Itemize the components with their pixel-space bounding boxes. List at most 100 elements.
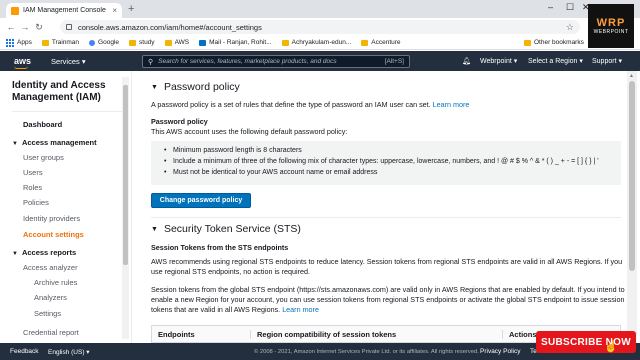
forward-icon[interactable]: → [18, 22, 32, 32]
section-divider [151, 217, 621, 218]
sidebar-item-credential-report[interactable]: Credential report [23, 328, 79, 337]
bookmark-aws[interactable]: AWS [164, 39, 189, 46]
bookmark-achryakulam[interactable]: Achryakulam-edun... [281, 39, 351, 46]
sidebar-item-roles[interactable]: Roles [23, 183, 42, 192]
star-icon[interactable]: ☆ [566, 22, 574, 33]
para-text: tokens that are valid in all AWS Regions… [151, 305, 281, 314]
aws-search-input[interactable]: ⚲ Search for services, features, marketp… [142, 55, 410, 68]
scrollbar-thumb[interactable] [629, 81, 635, 271]
section-title: Security Token Service (STS) [163, 223, 301, 235]
learn-more-link[interactable]: Learn more [282, 305, 319, 314]
tab-title: IAM Management Console [23, 7, 106, 14]
password-policy-header[interactable]: ▼ Password policy [151, 81, 240, 93]
column-header-actions[interactable]: Actions [502, 329, 537, 339]
region-menu[interactable]: Select a Region ▾ [528, 57, 583, 65]
sidebar-item-account-settings[interactable]: Account settings [23, 230, 84, 239]
other-bookmarks[interactable]: Other bookmarks [524, 39, 584, 46]
sidebar-item-identity-providers[interactable]: Identity providers [23, 214, 80, 223]
password-policy-intro: A password policy is a set of rules that… [151, 100, 469, 110]
watermark-logo: WRP WEBRPOINT [588, 4, 634, 48]
copyright-text: © 2008 - 2021, Amazon Internet Services … [254, 349, 479, 355]
subscribe-now-button[interactable]: SUBSCRIBE NOW [536, 331, 636, 353]
url-input[interactable]: console.aws.amazon.com/iam/home#/account… [60, 20, 580, 34]
caret-down-icon: ▼ [151, 83, 158, 91]
sidebar-section-access-management[interactable]: ▼ Access management [12, 138, 97, 147]
services-menu[interactable]: Services ▾ [51, 57, 86, 66]
bookmark-label: Apps [17, 39, 32, 46]
maximize-icon[interactable]: ☐ [566, 2, 574, 13]
sidebar-item-archive-rules[interactable]: Archive rules [34, 278, 77, 287]
password-policy-subheading: Password policy [151, 117, 208, 126]
bookmark-google[interactable]: Google [89, 39, 119, 46]
bookmark-accenture[interactable]: Accenture [361, 39, 401, 46]
support-menu[interactable]: Support ▾ [592, 57, 622, 65]
scroll-up-icon[interactable]: ▲ [629, 73, 634, 79]
caret-down-icon: ▼ [12, 141, 18, 147]
caret-down-icon: ▼ [151, 225, 158, 233]
sidebar-item-settings[interactable]: Settings [34, 309, 61, 318]
sts-para1-line2: use regional STS endpoints, no action is… [151, 267, 311, 276]
policy-rules-box: Minimum password length is 8 characters … [151, 141, 621, 185]
change-password-policy-button[interactable]: Change password policy [151, 193, 251, 208]
bookmark-label: Other bookmarks [534, 39, 584, 46]
intro-text: A password policy is a set of rules that… [151, 100, 431, 109]
bookmarks-bar: Apps Trainman Google study AWS Mail - Ra… [0, 36, 640, 50]
bookmark-label: Google [98, 39, 120, 46]
sidebar-scrollbar[interactable] [122, 77, 129, 339]
google-icon [89, 39, 96, 46]
learn-more-link[interactable]: Learn more [433, 100, 470, 109]
browser-tab-bar: IAM Management Console × + – ☐ ✕ [0, 0, 640, 18]
bookmark-label: Trainman [51, 39, 80, 46]
new-tab-button[interactable]: + [128, 3, 134, 15]
sidebar-item-users[interactable]: Users [23, 168, 43, 177]
language-selector[interactable]: English (US) ▾ [48, 348, 90, 356]
aws-logo-text: aws [14, 56, 32, 66]
back-icon[interactable]: ← [4, 22, 18, 32]
bookmark-mail[interactable]: Mail - Ranjan, Rohit... [199, 39, 272, 46]
sts-header[interactable]: ▼ Security Token Service (STS) [151, 223, 301, 235]
scrollbar-thumb[interactable] [123, 85, 128, 265]
account-menu[interactable]: Webrpoint ▾ [480, 57, 517, 65]
sidebar-item-dashboard[interactable]: Dashboard [23, 120, 62, 129]
sidebar-item-user-groups[interactable]: User groups [23, 153, 64, 162]
aws-favicon-icon [11, 6, 19, 15]
default-policy-text: This AWS account uses the following defa… [151, 127, 348, 136]
folder-icon [361, 39, 369, 46]
folder-icon [281, 39, 289, 46]
policy-rule: Must not be identical to your AWS accoun… [164, 167, 621, 178]
feedback-link[interactable]: Feedback [10, 348, 39, 355]
bookmark-trainman[interactable]: Trainman [41, 39, 80, 46]
column-header-region-compatibility[interactable]: Region compatibility of session tokens [250, 329, 502, 339]
section-label: Access management [21, 138, 97, 147]
sidebar-item-analyzers[interactable]: Analyzers [34, 293, 67, 302]
bookmark-label: Mail - Ranjan, Rohit... [209, 39, 272, 46]
sts-para2-line1: Session tokens from the global STS endpo… [151, 285, 625, 294]
folder-icon [524, 39, 531, 46]
mail-icon [199, 39, 207, 46]
sidebar-divider [12, 111, 122, 112]
tab-close-icon[interactable]: × [112, 6, 117, 15]
sidebar-item-policies[interactable]: Policies [23, 198, 49, 207]
minimize-icon[interactable]: – [548, 2, 553, 12]
policy-rule: Include a minimum of three of the follow… [164, 156, 621, 167]
folder-icon [129, 39, 137, 46]
column-header-endpoints[interactable]: Endpoints [152, 330, 250, 339]
reload-icon[interactable]: ↻ [32, 22, 46, 33]
folder-icon [41, 39, 49, 46]
address-bar-row: ← → ↻ console.aws.amazon.com/iam/home#/a… [0, 18, 640, 36]
sidebar-item-access-analyzer[interactable]: Access analyzer [23, 263, 78, 272]
aws-smile-icon [14, 66, 28, 69]
privacy-policy-link[interactable]: Privacy Policy [480, 348, 520, 355]
bookmark-apps[interactable]: Apps [6, 38, 32, 47]
bookmark-study[interactable]: study [129, 39, 155, 46]
main-scrollbar[interactable]: ▲ [627, 71, 637, 343]
browser-tab[interactable]: IAM Management Console × [6, 3, 122, 18]
folder-icon [164, 39, 172, 46]
section-title: Password policy [163, 81, 240, 93]
aws-logo[interactable]: aws [14, 56, 32, 69]
bell-icon[interactable]: 🔔︎ [462, 57, 471, 65]
search-icon: ⚲ [148, 58, 154, 66]
sidebar-section-access-reports[interactable]: ▼ Access reports [12, 248, 76, 257]
sts-para2-line3: tokens that are valid in all AWS Regions… [151, 305, 319, 315]
bookmark-label: Accenture [371, 39, 401, 46]
